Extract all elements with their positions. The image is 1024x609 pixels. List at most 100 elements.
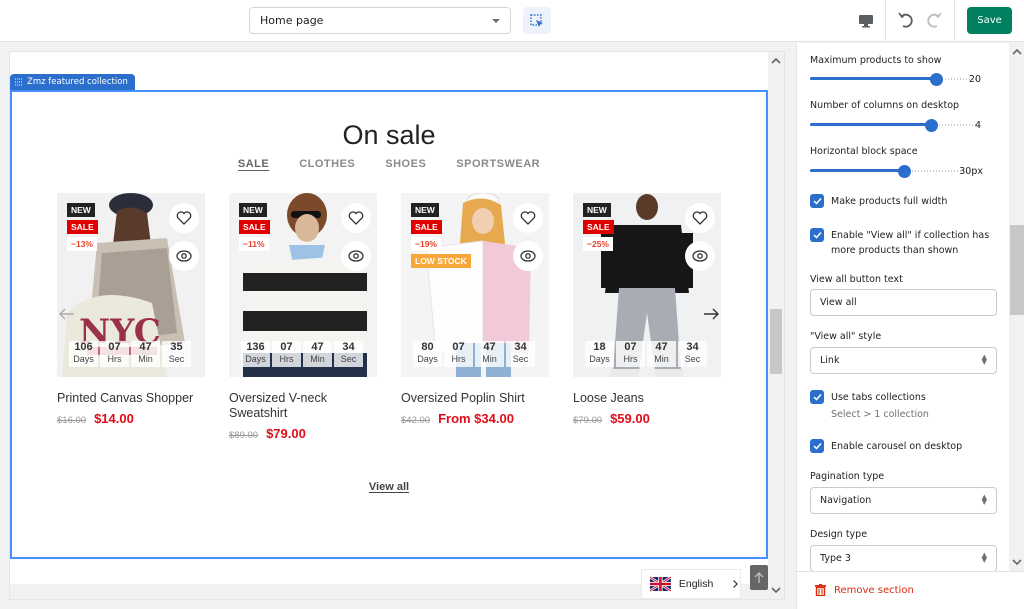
product-image[interactable]: NEW SALE −11% 136 Days 07 Hrs 47 Min 34 Sec [229, 193, 377, 377]
tab-shoes[interactable]: SHOES [385, 158, 426, 170]
product-badges: NEW SALE −11% [239, 203, 270, 251]
slider-handle[interactable] [925, 119, 938, 132]
section-icon [15, 78, 23, 86]
countdown-timer: 106 Days 07 Hrs 47 Min 35 Sec [69, 341, 191, 367]
slider-fill [810, 123, 931, 126]
product-card[interactable]: NEW SALE −19% LOW STOCK 80 Days 07 Hrs 47 M… [401, 193, 549, 426]
countdown-minutes: 47 Min [647, 341, 676, 367]
max-products-slider[interactable] [810, 73, 978, 86]
quick-view-button[interactable] [513, 241, 543, 271]
section-label: Zmz featured collection [27, 77, 128, 87]
slider-handle[interactable] [898, 165, 911, 178]
design-type-select[interactable]: Type 3 ▲ ▼ [810, 545, 997, 571]
save-button[interactable]: Save [967, 7, 1012, 34]
sale-price: $14.00 [94, 411, 134, 426]
product-title[interactable]: Oversized Poplin Shirt [401, 391, 549, 406]
eye-icon [692, 250, 708, 262]
uk-flag-icon [650, 576, 671, 592]
view-all-link[interactable]: View all [10, 481, 768, 493]
quick-view-button[interactable] [341, 241, 371, 271]
quick-view-button[interactable] [169, 241, 199, 271]
product-card[interactable]: NEW SALE −25% 18 Days 07 Hrs 47 Min 34 Sec L… [573, 193, 721, 426]
sale-price: $59.00 [610, 411, 650, 426]
settings-content: Maximum products to show 20 Number of co… [797, 43, 1009, 571]
language-selector[interactable]: English [641, 569, 741, 599]
wishlist-button[interactable] [513, 203, 543, 233]
badge-new: NEW [67, 203, 95, 217]
badge-discount: −13% [67, 237, 97, 251]
view-all-style-select[interactable]: Link ▲ ▼ [810, 347, 997, 374]
scroll-down-icon [771, 587, 781, 594]
product-title[interactable]: Oversized V-neck Sweatshirt [229, 391, 377, 421]
product-image[interactable]: NEW SALE −25% 18 Days 07 Hrs 47 Min 34 Sec [573, 193, 721, 377]
tab-sale[interactable]: SALE [238, 158, 269, 170]
collection-tabs: SALE CLOTHES SHOES SPORTSWEAR [10, 158, 768, 170]
pagination-select[interactable]: Navigation ▲ ▼ [810, 487, 997, 514]
carousel-next-button[interactable] [701, 305, 721, 323]
divider [954, 0, 955, 42]
pagination-value: Navigation [820, 495, 872, 506]
checkmark-icon [812, 231, 822, 239]
checkmark-icon [812, 393, 822, 401]
product-card[interactable]: NEW SALE −11% 136 Days 07 Hrs 47 Min 34 Sec … [229, 193, 377, 441]
view-all-text-input[interactable]: View all [810, 289, 997, 316]
scroll-up-icon [771, 57, 781, 64]
columns-slider[interactable] [810, 119, 978, 132]
heart-icon [692, 211, 708, 225]
select-arrows-icon: ▲ ▼ [981, 353, 987, 366]
heart-icon [176, 211, 192, 225]
settings-scrollbar[interactable] [1009, 43, 1024, 571]
page-select-value: Home page [260, 14, 324, 27]
product-image[interactable]: NYC NEW SALE −13% 106 Days 07 Hrs 47 Min 35… [57, 193, 205, 377]
enable-view-all-checkbox[interactable] [810, 228, 824, 242]
back-to-top-button[interactable] [750, 565, 768, 590]
slider-handle[interactable] [930, 73, 943, 86]
full-width-label: Make products full width [831, 196, 948, 207]
product-badges: NEW SALE −13% [67, 203, 98, 251]
carousel-label: Enable carousel on desktop [831, 441, 963, 452]
desktop-view-button[interactable] [856, 11, 876, 31]
badge-discount: −19% [411, 237, 441, 251]
product-card[interactable]: NYC NEW SALE −13% 106 Days 07 Hrs 47 Min 35… [57, 193, 205, 426]
slider-fill [810, 77, 936, 80]
product-price: $42.00 From $34.00 [401, 411, 549, 426]
arrow-left-icon [59, 308, 74, 320]
quick-view-button[interactable] [685, 241, 715, 271]
product-image[interactable]: NEW SALE −19% LOW STOCK 80 Days 07 Hrs 47 M… [401, 193, 549, 377]
page-select[interactable]: Home page [249, 7, 511, 34]
sale-price: From $34.00 [438, 411, 514, 426]
tab-sportswear[interactable]: SPORTSWEAR [456, 158, 540, 170]
carousel-checkbox[interactable] [810, 439, 824, 453]
carousel-prev-button[interactable] [57, 305, 77, 323]
max-products-value: 20 [968, 74, 981, 85]
inspector-toggle-button[interactable] [523, 7, 551, 34]
preview-scrollbar[interactable] [768, 52, 784, 599]
block-space-slider[interactable] [810, 165, 978, 178]
design-type-value: Type 3 [820, 553, 851, 564]
tab-clothes[interactable]: CLOTHES [299, 158, 355, 170]
full-width-checkbox[interactable] [810, 194, 824, 208]
countdown-hours: 07 Hrs [616, 341, 645, 367]
use-tabs-checkbox[interactable] [810, 390, 824, 404]
slider-fill [810, 169, 904, 172]
undo-icon [898, 12, 913, 28]
badge-low-stock: LOW STOCK [411, 254, 471, 268]
wishlist-button[interactable] [169, 203, 199, 233]
product-title[interactable]: Loose Jeans [573, 391, 721, 406]
product-title[interactable]: Printed Canvas Shopper [57, 391, 205, 406]
scroll-down-icon [1012, 559, 1022, 566]
undo-button[interactable] [896, 10, 916, 30]
top-toolbar: Home page Save [0, 0, 1024, 42]
arrow-right-icon [704, 308, 719, 320]
scrollbar-thumb[interactable] [1010, 225, 1024, 315]
redo-button[interactable] [924, 10, 944, 30]
countdown-seconds: 34 Sec [334, 341, 363, 367]
scrollbar-thumb[interactable] [770, 309, 782, 374]
wishlist-button[interactable] [341, 203, 371, 233]
section-label-tab[interactable]: Zmz featured collection [10, 74, 135, 90]
product-price: $79.00 $59.00 [573, 411, 721, 426]
wishlist-button[interactable] [685, 203, 715, 233]
monitor-icon [859, 15, 873, 28]
product-price: $89.00 $79.00 [229, 426, 377, 441]
remove-section-button[interactable]: Remove section [815, 584, 914, 596]
